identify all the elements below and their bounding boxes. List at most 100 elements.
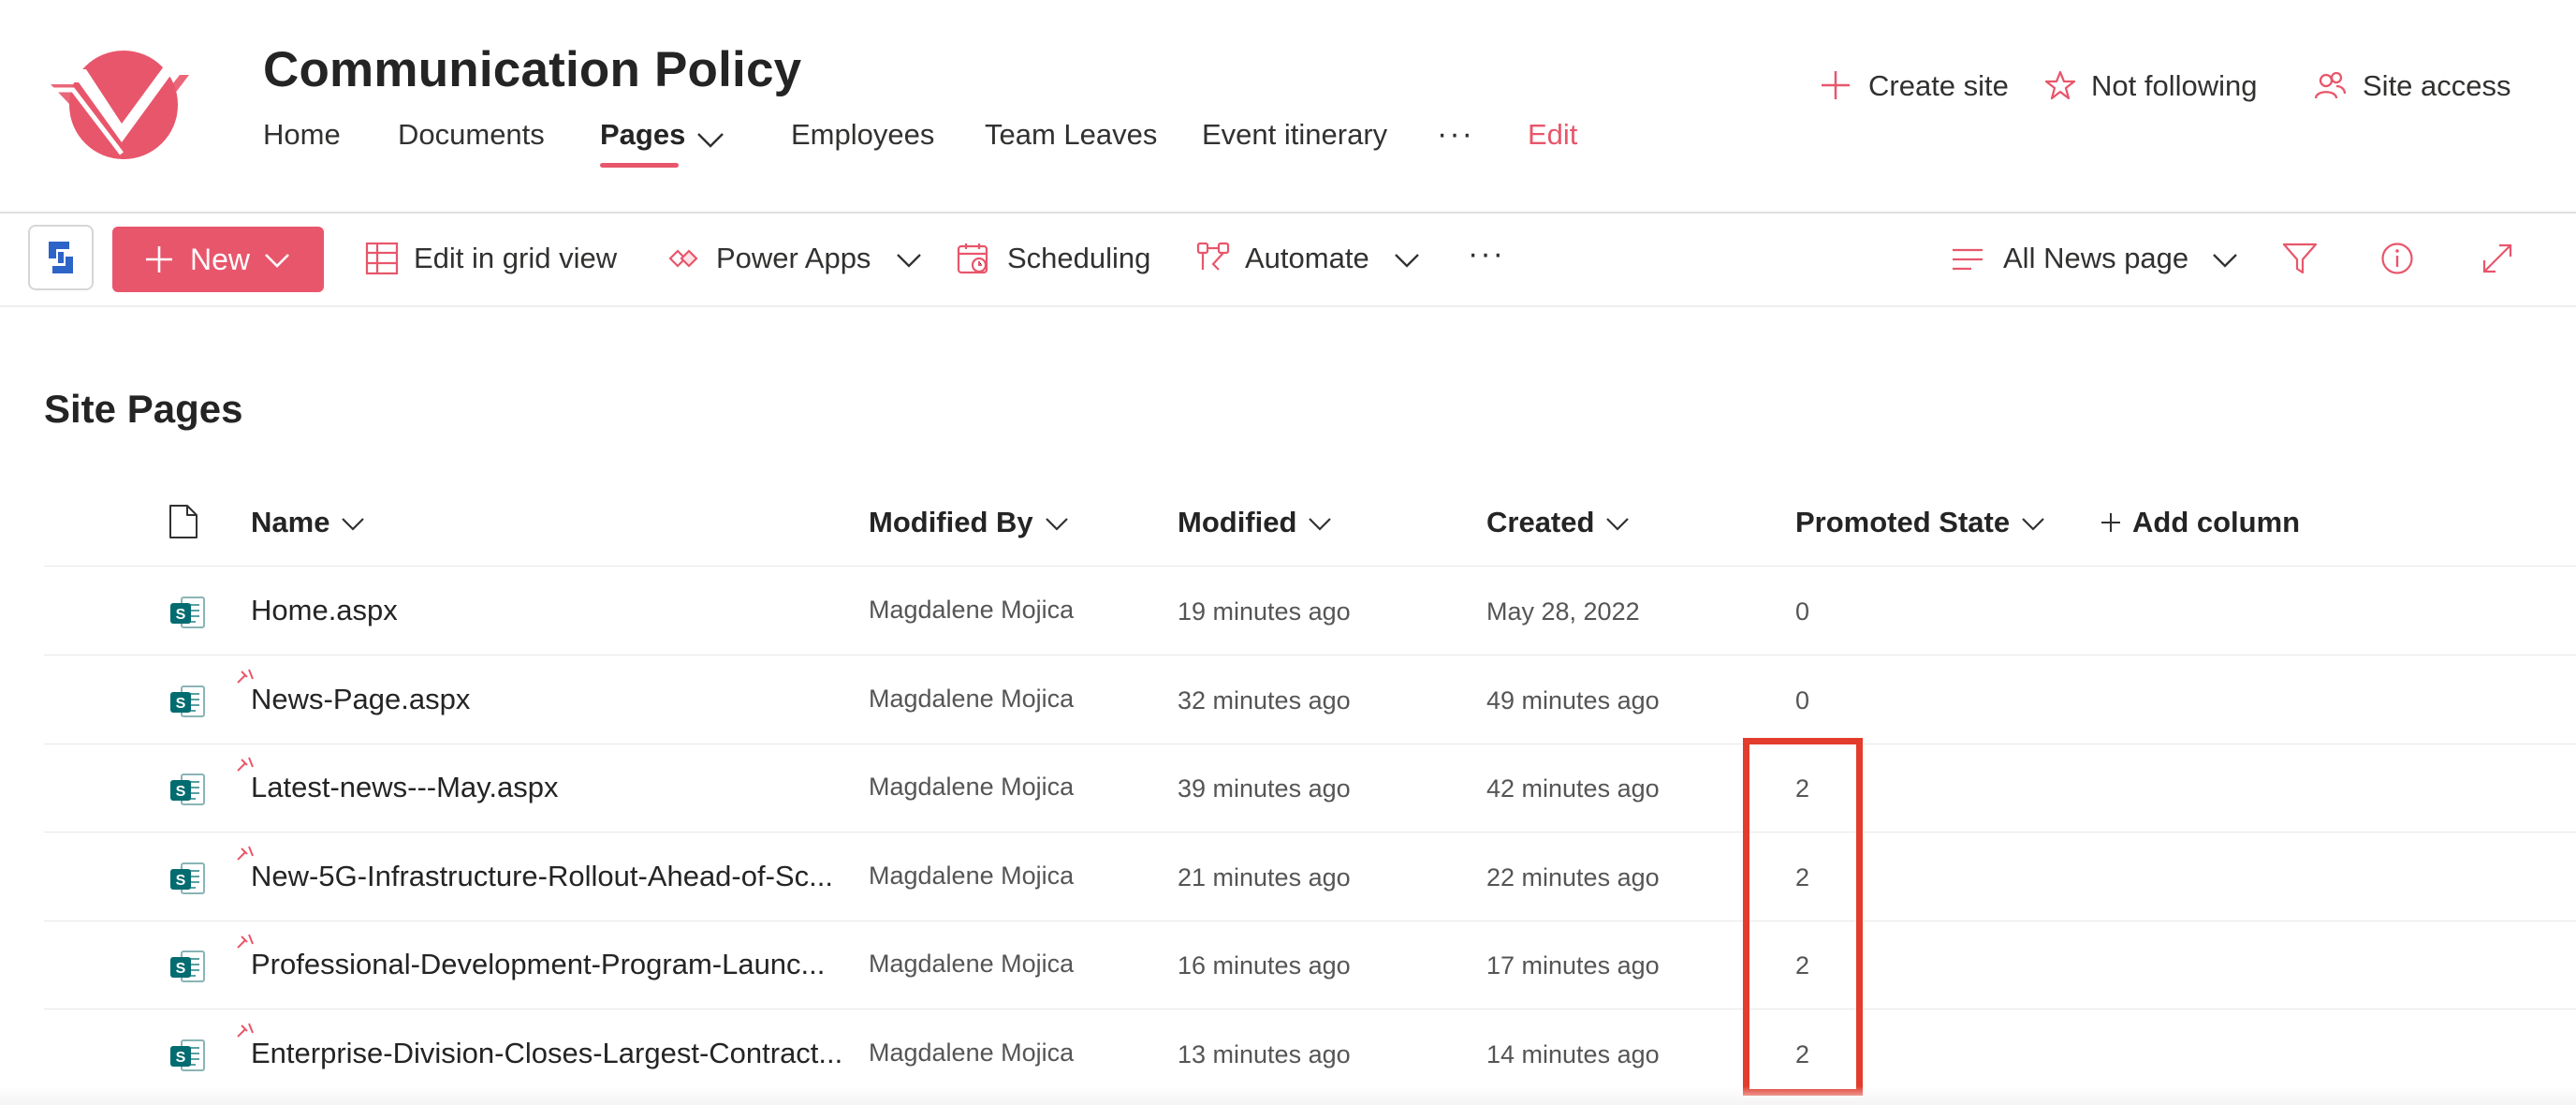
cell-modified-by[interactable]: Magdalene Mojica <box>869 773 1074 802</box>
nav-pages[interactable]: Pages <box>600 118 685 152</box>
add-column-label: Add column <box>2132 506 2301 538</box>
column-header-label: Promoted State <box>1795 506 2011 538</box>
chevron-down-icon <box>342 518 365 531</box>
app-launcher-tile[interactable] <box>28 225 94 290</box>
scroll-shadow <box>0 1086 2576 1105</box>
scheduling-button[interactable]: Scheduling <box>957 242 1150 275</box>
chevron-down-icon <box>897 253 921 268</box>
column-header-modified-by[interactable]: Modified By <box>869 506 1069 539</box>
cell-name[interactable]: Latest-news---May.aspx <box>251 771 558 804</box>
active-nav-indicator <box>600 163 679 168</box>
chevron-down-icon <box>265 254 289 268</box>
automate-button[interactable]: Automate <box>1196 242 1420 275</box>
column-header-created[interactable]: Created <box>1486 506 1630 539</box>
cell-modified-by[interactable]: Magdalene Mojica <box>869 1039 1074 1068</box>
column-header-modified[interactable]: Modified <box>1178 506 1332 539</box>
document-icon <box>169 505 198 538</box>
nav-home[interactable]: Home <box>263 118 341 152</box>
cell-modified-by[interactable]: Magdalene Mojica <box>869 685 1074 714</box>
add-column-button[interactable]: Add column <box>2100 506 2300 539</box>
nav-more-button[interactable]: ··· <box>1437 116 1474 153</box>
cell-name[interactable]: News-Page.aspx <box>251 683 470 716</box>
sharepoint-page-icon: S <box>170 774 205 805</box>
cell-modified: 16 minutes ago <box>1178 951 1351 980</box>
new-button-label: New <box>190 243 251 276</box>
chevron-down-icon <box>1309 518 1332 531</box>
filter-icon <box>2282 243 2318 274</box>
cell-modified: 21 minutes ago <box>1178 863 1351 891</box>
cell-created: 22 minutes ago <box>1486 863 1660 891</box>
plus-icon <box>146 246 172 273</box>
info-icon <box>2381 243 2413 274</box>
column-header-promoted-state[interactable]: Promoted State <box>1795 506 2045 539</box>
cell-created: 49 minutes ago <box>1486 686 1660 715</box>
column-header-label: Modified By <box>869 506 1033 538</box>
cell-created: May 28, 2022 <box>1486 597 1640 626</box>
sharepoint-page-icon: S <box>170 597 205 628</box>
info-button[interactable] <box>2380 242 2414 280</box>
calendar-icon <box>957 243 988 274</box>
cell-modified: 32 minutes ago <box>1178 686 1351 715</box>
power-apps-button[interactable]: Power Apps <box>668 242 922 275</box>
cell-created: 42 minutes ago <box>1486 774 1660 803</box>
grid-icon <box>365 242 399 275</box>
cell-modified-by[interactable]: Magdalene Mojica <box>869 596 1074 625</box>
app-tile-icon <box>49 242 73 273</box>
automate-icon <box>1196 242 1230 271</box>
power-apps-label: Power Apps <box>716 242 871 274</box>
follow-label: Not following <box>2091 69 2258 102</box>
row-divider <box>44 655 2576 656</box>
plus-icon <box>1820 69 1852 101</box>
file-type-header[interactable] <box>168 504 198 544</box>
nav-employees[interactable]: Employees <box>791 118 934 152</box>
cell-promoted-state: 0 <box>1795 686 1810 715</box>
edit-grid-button[interactable]: Edit in grid view <box>365 242 617 275</box>
list-lines-icon <box>1953 248 1983 271</box>
sharepoint-page-icon: S <box>170 862 205 894</box>
create-site-button[interactable]: Create site <box>1820 69 2009 103</box>
site-logo[interactable] <box>49 37 200 161</box>
nav-team-leaves[interactable]: Team Leaves <box>985 118 1157 152</box>
column-header-label: Name <box>251 506 330 538</box>
site-title[interactable]: Communication Policy <box>263 41 801 98</box>
view-selector[interactable]: All News page <box>1951 242 2238 275</box>
new-button[interactable]: New <box>112 227 324 292</box>
divider <box>0 212 2576 214</box>
chevron-down-icon[interactable] <box>696 131 724 150</box>
cell-promoted-state: 0 <box>1795 597 1810 626</box>
cell-modified-by[interactable]: Magdalene Mojica <box>869 862 1074 891</box>
svg-text:S: S <box>176 696 186 712</box>
divider <box>0 305 2576 307</box>
svg-text:S: S <box>176 784 186 800</box>
svg-text:S: S <box>176 873 186 889</box>
sharepoint-page-icon: S <box>170 1039 205 1071</box>
expand-button[interactable] <box>2481 242 2514 280</box>
cell-modified: 39 minutes ago <box>1178 774 1351 803</box>
cell-created: 17 minutes ago <box>1486 951 1660 980</box>
site-access-button[interactable]: Site access <box>2314 69 2511 103</box>
cell-modified: 19 minutes ago <box>1178 597 1351 626</box>
follow-button[interactable]: Not following <box>2044 69 2257 103</box>
cell-name[interactable]: Professional-Development-Program-Launc..… <box>251 948 825 981</box>
svg-text:S: S <box>176 961 186 977</box>
nav-event-itinerary[interactable]: Event itinerary <box>1202 118 1387 152</box>
sharepoint-page-icon: S <box>170 685 205 717</box>
column-header-label: Modified <box>1178 506 1297 538</box>
expand-icon <box>2482 243 2512 273</box>
plus-icon <box>2101 513 2120 532</box>
automate-label: Automate <box>1245 242 1369 274</box>
nav-documents[interactable]: Documents <box>398 118 545 152</box>
cell-modified-by[interactable]: Magdalene Mojica <box>869 950 1074 979</box>
chevron-down-icon <box>2212 253 2237 268</box>
chevron-down-icon <box>1606 518 1630 531</box>
cell-name[interactable]: New-5G-Infrastructure-Rollout-Ahead-of-S… <box>251 860 833 893</box>
chevron-down-icon <box>1395 253 1420 268</box>
cell-name[interactable]: Enterprise-Division-Closes-Largest-Contr… <box>251 1037 842 1070</box>
column-header-name[interactable]: Name <box>251 506 365 539</box>
edit-grid-label: Edit in grid view <box>414 242 618 274</box>
command-more-button[interactable]: ··· <box>1468 236 1505 273</box>
cell-name[interactable]: Home.aspx <box>251 594 398 627</box>
filter-button[interactable] <box>2282 242 2318 280</box>
nav-edit-link[interactable]: Edit <box>1528 118 1577 152</box>
chevron-down-icon <box>1045 518 1068 531</box>
